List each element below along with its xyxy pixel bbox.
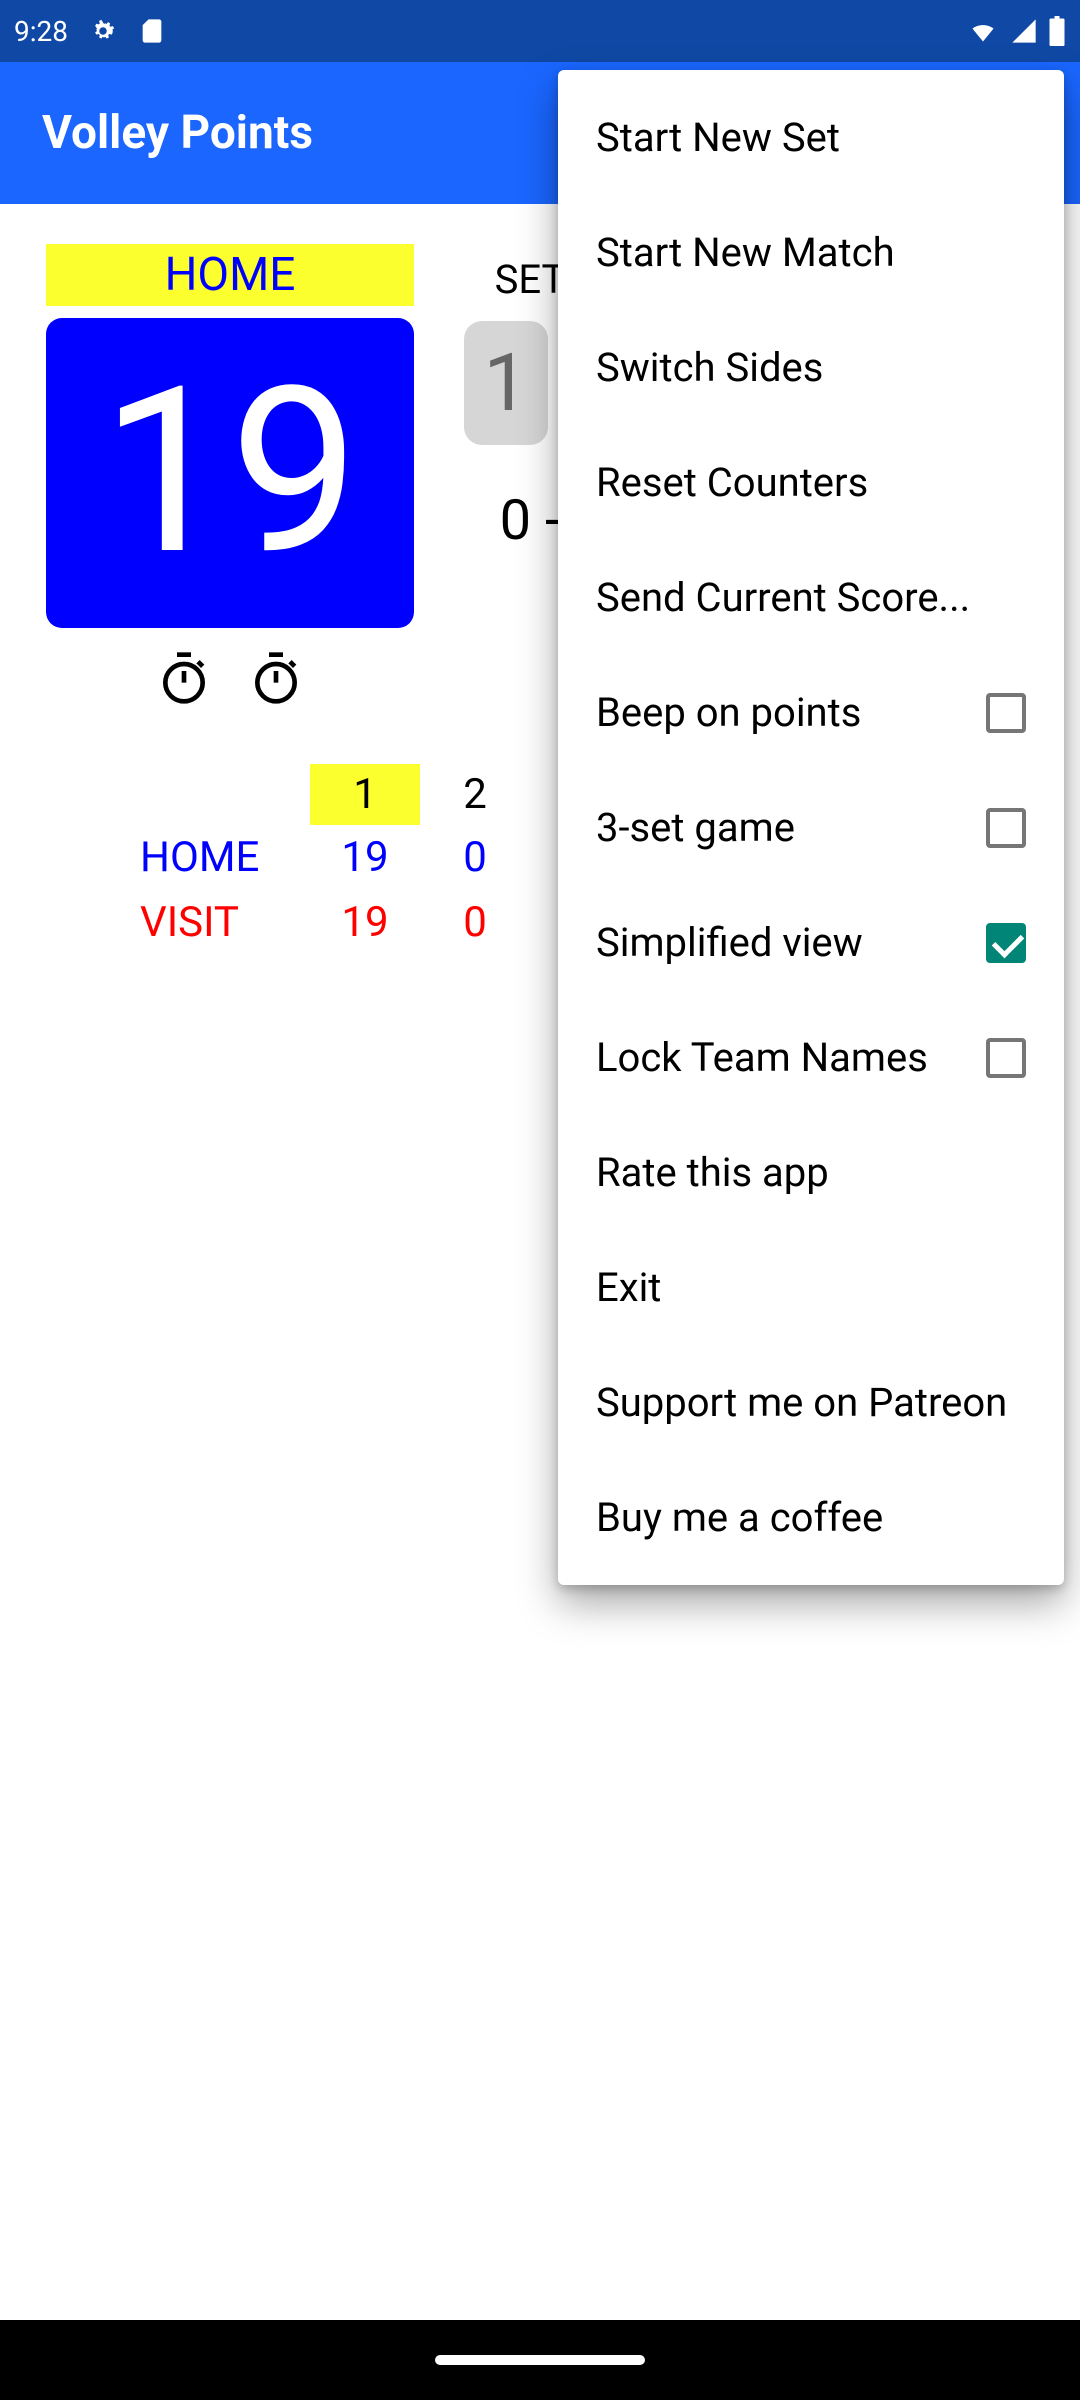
menu-label: Lock Team Names xyxy=(596,1034,928,1081)
sd-card-icon xyxy=(138,16,166,46)
menu-label: Support me on Patreon xyxy=(596,1379,1007,1426)
table-row-home: HOME 19 0 xyxy=(140,825,560,890)
status-left: 9:28 xyxy=(14,15,166,48)
home-indicator[interactable] xyxy=(435,2355,645,2365)
menu-patreon[interactable]: Support me on Patreon xyxy=(558,1345,1064,1460)
menu-reset-counters[interactable]: Reset Counters xyxy=(558,425,1064,540)
menu-send-score[interactable]: Send Current Score... xyxy=(558,540,1064,655)
menu-coffee[interactable]: Buy me a coffee xyxy=(558,1460,1064,1575)
stopwatch-icon[interactable] xyxy=(248,650,304,710)
table-header: 1 2 xyxy=(140,764,560,825)
menu-label: Start New Match xyxy=(596,229,895,276)
menu-exit[interactable]: Exit xyxy=(558,1230,1064,1345)
navigation-bar xyxy=(0,2320,1080,2400)
menu-label: Rate this app xyxy=(596,1149,829,1196)
status-bar: 9:28 xyxy=(0,0,1080,62)
status-time: 9:28 xyxy=(14,15,68,48)
home-team-label[interactable]: HOME xyxy=(46,244,414,306)
menu-label: 3-set game xyxy=(596,804,795,851)
wifi-icon xyxy=(966,17,1000,45)
menu-label: Simplified view xyxy=(596,919,863,966)
home-score-panel: HOME 19 xyxy=(46,244,414,710)
signal-icon xyxy=(1010,17,1038,45)
overflow-menu: Start New Set Start New Match Switch Sid… xyxy=(558,70,1064,1585)
table-header-blank xyxy=(140,789,310,801)
battery-icon xyxy=(1048,16,1066,46)
table-header-set2: 2 xyxy=(420,764,530,825)
menu-lock-team-names[interactable]: Lock Team Names xyxy=(558,1000,1064,1115)
home-score-value[interactable]: 19 xyxy=(46,318,414,628)
table-home-set2: 0 xyxy=(420,825,530,890)
table-home-set1: 19 xyxy=(310,825,420,890)
checkbox-icon[interactable] xyxy=(986,808,1026,848)
table-visit-name: VISIT xyxy=(140,890,310,955)
table-visit-set1: 19 xyxy=(310,890,420,955)
menu-simplified-view[interactable]: Simplified view xyxy=(558,885,1064,1000)
checkbox-icon[interactable] xyxy=(986,1038,1026,1078)
table-header-set1: 1 xyxy=(310,764,420,825)
table-row-visit: VISIT 19 0 xyxy=(140,890,560,955)
checkbox-checked-icon[interactable] xyxy=(986,923,1026,963)
menu-label: Buy me a coffee xyxy=(596,1494,883,1541)
menu-label: Reset Counters xyxy=(596,459,868,506)
stopwatch-icon[interactable] xyxy=(156,650,212,710)
status-right xyxy=(966,16,1066,46)
menu-start-new-set[interactable]: Start New Set xyxy=(558,80,1064,195)
menu-beep-on-points[interactable]: Beep on points xyxy=(558,655,1064,770)
home-timers xyxy=(156,650,304,710)
menu-rate-app[interactable]: Rate this app xyxy=(558,1115,1064,1230)
menu-label: Switch Sides xyxy=(596,344,823,391)
checkbox-icon[interactable] xyxy=(986,693,1026,733)
menu-label: Exit xyxy=(596,1264,661,1311)
menu-label: Beep on points xyxy=(596,689,861,736)
table-visit-set2: 0 xyxy=(420,890,530,955)
settings-indicator-icon xyxy=(88,16,118,46)
menu-label: Send Current Score... xyxy=(596,574,970,621)
menu-3-set-game[interactable]: 3-set game xyxy=(558,770,1064,885)
menu-label: Start New Set xyxy=(596,114,840,161)
table-home-name: HOME xyxy=(140,825,310,890)
score-table: 1 2 HOME 19 0 VISIT 19 0 xyxy=(140,764,560,955)
menu-start-new-match[interactable]: Start New Match xyxy=(558,195,1064,310)
app-title: Volley Points xyxy=(42,106,313,160)
set-number-box[interactable]: 1 xyxy=(464,321,548,445)
menu-switch-sides[interactable]: Switch Sides xyxy=(558,310,1064,425)
